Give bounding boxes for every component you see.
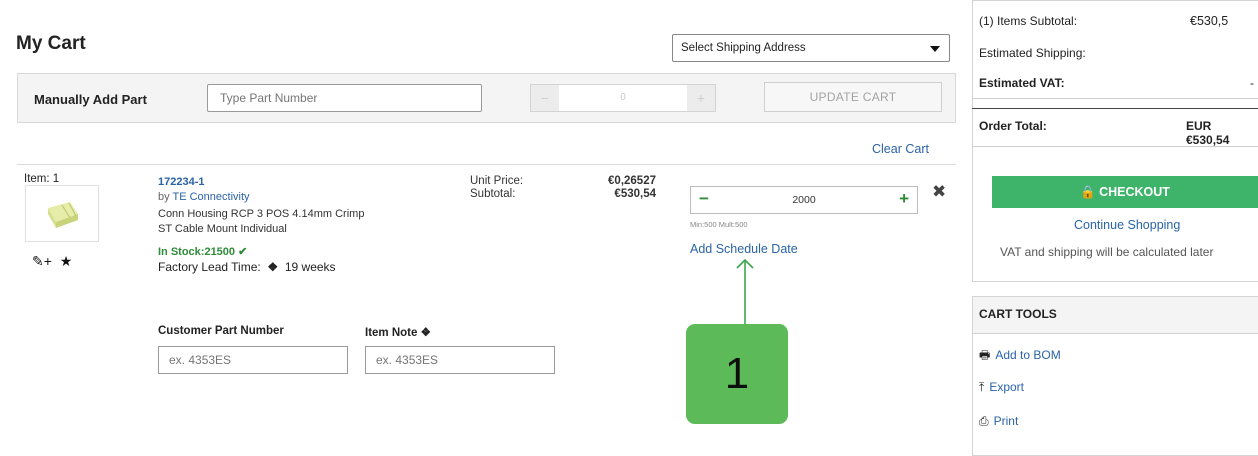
cart-tools-title: CART TOOLS <box>979 307 1057 321</box>
item-action-icons: ✎+ ★ <box>32 253 72 270</box>
tool-label: Add to BOM <box>995 348 1061 362</box>
item-note-label: Item Note <box>365 327 418 339</box>
export-link[interactable]: ⤒ Export <box>979 380 1024 395</box>
check-circle-icon: ✔ <box>238 246 248 258</box>
lead-time-value: 19 weeks <box>284 260 336 274</box>
part-number-link[interactable]: 172234-1 <box>158 176 205 188</box>
manual-qty-value[interactable]: 0 <box>559 85 687 111</box>
bom-icon: 🖶 <box>979 348 991 362</box>
add-schedule-date-link[interactable]: Add Schedule Date <box>690 242 798 256</box>
print-icon: ⎙ <box>979 414 989 428</box>
order-total-value: EUR €530,54 <box>1186 119 1230 147</box>
estimated-shipping-label: Estimated Shipping: <box>979 46 1086 60</box>
annotation-arrow-icon <box>736 258 754 324</box>
estimated-vat-label: Estimated VAT: <box>979 76 1065 90</box>
favorite-star-icon[interactable]: ★ <box>60 253 73 269</box>
description-line: Conn Housing RCP 3 POS 4.14mm Crimp <box>158 208 365 220</box>
qty-plus-button[interactable]: + <box>899 189 909 209</box>
items-subtotal-label: (1) Items Subtotal: <box>979 14 1078 28</box>
lock-icon: 🔒 <box>1080 185 1096 199</box>
manual-add-label: Manually Add Part <box>34 92 147 107</box>
manufacturer-line: by TE Connectivity <box>158 191 250 203</box>
page-title: My Cart <box>16 33 86 54</box>
add-to-bom-icon[interactable]: ✎+ <box>32 253 52 269</box>
product-image[interactable] <box>25 185 99 242</box>
item-note-label-wrap: Item Note ❖ <box>365 325 431 339</box>
export-icon: ⤒ <box>979 380 985 394</box>
divider <box>972 98 1258 99</box>
lead-time: Factory Lead Time: ❖ 19 weeks <box>158 260 336 274</box>
stock-status: In Stock:21500 ✔ <box>158 245 247 258</box>
part-description: Conn Housing RCP 3 POS 4.14mm Crimp ST C… <box>158 207 398 237</box>
continue-shopping-link[interactable]: Continue Shopping <box>1074 218 1180 232</box>
update-cart-button[interactable]: UPDATE CART <box>764 82 942 112</box>
manual-qty-plus-button[interactable]: + <box>687 85 715 111</box>
info-icon[interactable]: ❖ <box>421 327 431 339</box>
manufacturer-link[interactable]: TE Connectivity <box>172 191 249 203</box>
divider <box>17 164 956 165</box>
print-link[interactable]: ⎙ Print <box>979 414 1018 429</box>
manual-qty-stepper[interactable]: − 0 + <box>530 84 716 112</box>
lead-time-label: Factory Lead Time: <box>158 260 261 274</box>
caret-down-icon <box>930 46 940 52</box>
shipping-address-select[interactable]: Select Shipping Address <box>672 34 950 62</box>
unit-price-label: Unit Price: <box>470 175 524 187</box>
annotation-badge: 1 <box>686 324 788 424</box>
by-prefix: by <box>158 191 173 203</box>
part-number-input[interactable] <box>207 84 482 112</box>
qty-minus-button[interactable]: − <box>699 189 709 209</box>
min-mult-note: Min:500 Mult:500 <box>690 220 748 229</box>
unit-price-value: €0,26527 <box>608 175 656 187</box>
add-to-bom-link[interactable]: 🖶 Add to BOM <box>979 346 1061 367</box>
remove-item-icon[interactable]: ✖ <box>932 182 946 202</box>
divider <box>972 146 1258 147</box>
items-subtotal-value: €530,5 <box>1190 14 1229 28</box>
tool-label: Print <box>993 414 1019 428</box>
item-note-input[interactable] <box>365 346 555 374</box>
customer-part-label: Customer Part Number <box>158 325 284 337</box>
order-total-label: Order Total: <box>979 119 1047 133</box>
checkout-label: CHECKOUT <box>1099 185 1170 199</box>
divider <box>972 108 1258 109</box>
checkout-button[interactable]: 🔒 CHECKOUT <box>992 176 1258 208</box>
description-line: ST Cable Mount Individual <box>158 223 287 235</box>
item-number: Item: 1 <box>24 173 60 185</box>
info-icon[interactable]: ❖ <box>264 260 281 274</box>
estimated-vat-value: - <box>1250 76 1254 90</box>
stock-text: In Stock:21500 <box>158 246 236 258</box>
subtotal-value: €530,54 <box>614 188 656 200</box>
customer-part-input[interactable] <box>158 346 348 374</box>
vat-note: VAT and shipping will be calculated late… <box>1000 245 1214 259</box>
qty-value[interactable]: 2000 <box>721 194 887 206</box>
subtotal-label: Subtotal: <box>470 188 516 200</box>
shipping-address-value: Select Shipping Address <box>681 42 806 54</box>
quantity-stepper[interactable]: − 2000 + <box>690 186 918 214</box>
tool-label: Export <box>989 380 1024 394</box>
manual-qty-minus-button[interactable]: − <box>531 85 559 111</box>
clear-cart-link[interactable]: Clear Cart <box>872 142 929 156</box>
